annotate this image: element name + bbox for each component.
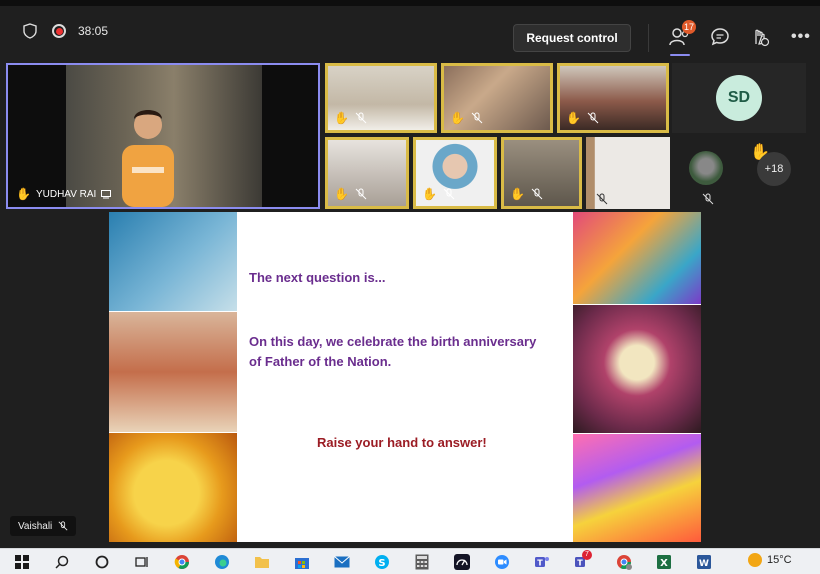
mic-off-icon (531, 188, 543, 200)
tile-status-icons: ✋ (334, 111, 367, 125)
participant-name-tag: ✋ YUDHAV RAI (16, 187, 112, 201)
avatar (689, 151, 723, 185)
collage-image (573, 212, 701, 304)
skype-icon[interactable]: S (372, 552, 392, 572)
task-view-icon[interactable] (132, 552, 152, 572)
more-participants-button[interactable]: +18 (757, 152, 791, 186)
mic-off-icon (596, 193, 608, 205)
windows-taskbar: S T T 7 X W 15°C (0, 548, 820, 574)
shared-presentation-slide: The next question is... On this day, we … (109, 212, 701, 542)
chrome-profile-icon[interactable] (614, 552, 634, 572)
collage-image (109, 433, 237, 542)
participant-tile[interactable]: ✋ (325, 137, 409, 209)
participant-video-figure (122, 110, 174, 207)
teams-icon[interactable]: T (532, 552, 552, 572)
svg-text:T: T (537, 559, 543, 568)
record-icon (52, 24, 66, 38)
excel-icon[interactable]: X (654, 552, 674, 572)
slide-collage-right (573, 212, 701, 542)
chat-button[interactable] (707, 24, 733, 50)
slide-line-instruction: Raise your hand to answer! (317, 435, 487, 450)
toolbar-left-group: 38:05 (22, 22, 108, 40)
more-icon[interactable]: ••• (791, 28, 811, 46)
calculator-icon[interactable] (412, 552, 432, 572)
raise-hand-icon: ✋ (566, 111, 581, 125)
tile-status-icons: ✋ (422, 187, 455, 201)
participant-tile[interactable]: ✋ (501, 137, 582, 209)
raise-hand-icon: ✋ (16, 187, 31, 201)
participant-tile[interactable]: ✋ (325, 63, 437, 133)
mic-off-icon (355, 112, 367, 124)
collage-image (573, 434, 701, 542)
mic-off-icon (58, 521, 68, 531)
svg-text:X: X (660, 558, 668, 569)
slide-line-question: On this day, we celebrate the birth anni… (249, 334, 537, 369)
slide-line-intro: The next question is... (249, 270, 386, 285)
tile-status-icons: ✋ (450, 111, 483, 125)
temperature: 15°C (767, 554, 792, 566)
reactions-button[interactable] (747, 24, 773, 50)
sun-icon (748, 553, 762, 567)
mic-off-icon (471, 112, 483, 124)
cortana-icon[interactable] (92, 552, 112, 572)
svg-text:S: S (378, 558, 385, 569)
raise-hand-icon: ✋ (450, 111, 465, 125)
file-explorer-icon[interactable] (252, 552, 272, 572)
tile-status-icons: ✋ (334, 187, 367, 201)
meeting-toolbar: 38:05 Request control 17 ••• (0, 0, 820, 62)
svg-text:T: T (577, 559, 583, 568)
participants-count-badge: 17 (682, 20, 697, 34)
screen-share-icon (101, 189, 112, 198)
weather-widget[interactable]: 15°C (748, 553, 792, 567)
reactions-icon (755, 29, 770, 47)
edge-icon[interactable] (212, 552, 232, 572)
chat-icon (711, 28, 729, 46)
request-control-button[interactable]: Request control (513, 24, 631, 52)
teams-meeting-window: 38:05 Request control 17 ••• ✋ YUDHAV RA… (0, 0, 820, 574)
raise-hand-icon: ✋ (334, 111, 349, 125)
mic-off-icon (443, 188, 455, 200)
participant-name: YUDHAV RAI (35, 188, 97, 200)
word-icon[interactable]: W (694, 552, 714, 572)
tile-status-icons: ✋ (510, 187, 543, 201)
main-video-tile[interactable]: ✋ YUDHAV RAI (6, 63, 320, 209)
tile-status-icons: ✋ (566, 111, 599, 125)
teams-active-icon[interactable]: T 7 (572, 550, 592, 572)
mic-off-icon (587, 112, 599, 124)
participant-tile[interactable]: ✋ (441, 63, 553, 133)
raise-hand-icon: ✋ (510, 187, 525, 201)
mic-off-icon (702, 193, 714, 205)
raise-hand-icon: ✋ (422, 187, 437, 201)
zoom-icon[interactable] (492, 552, 512, 572)
avatar: SD (716, 75, 762, 121)
collage-image (109, 312, 237, 432)
active-underline (670, 54, 690, 56)
svg-text:W: W (699, 559, 709, 569)
presenter-name-tag: Vaishali (10, 516, 77, 536)
windows-start-icon[interactable] (12, 552, 32, 572)
collage-image (573, 305, 701, 433)
chrome-icon[interactable] (172, 552, 192, 572)
teams-notification-badge: 7 (582, 550, 592, 560)
raise-hand-icon: ✋ (334, 187, 349, 201)
presenter-name: Vaishali (18, 520, 53, 532)
mail-icon[interactable] (332, 552, 352, 572)
participant-tile-avatar[interactable]: SD (672, 63, 806, 133)
store-icon[interactable] (292, 552, 312, 572)
collage-image (109, 212, 237, 311)
meeting-timer: 38:05 (78, 24, 109, 38)
search-icon[interactable] (52, 552, 72, 572)
shield-icon[interactable] (22, 22, 38, 40)
toolbar-divider (648, 24, 649, 52)
speedtest-icon[interactable] (452, 552, 472, 572)
mic-off-icon (355, 188, 367, 200)
participant-tile[interactable]: ✋ (413, 137, 497, 209)
participant-tile[interactable]: ✋ (557, 63, 669, 133)
slide-collage-left (109, 212, 237, 542)
participant-tile[interactable] (586, 137, 670, 209)
participant-tile[interactable] (672, 137, 742, 209)
participants-button[interactable]: 17 (667, 20, 697, 56)
